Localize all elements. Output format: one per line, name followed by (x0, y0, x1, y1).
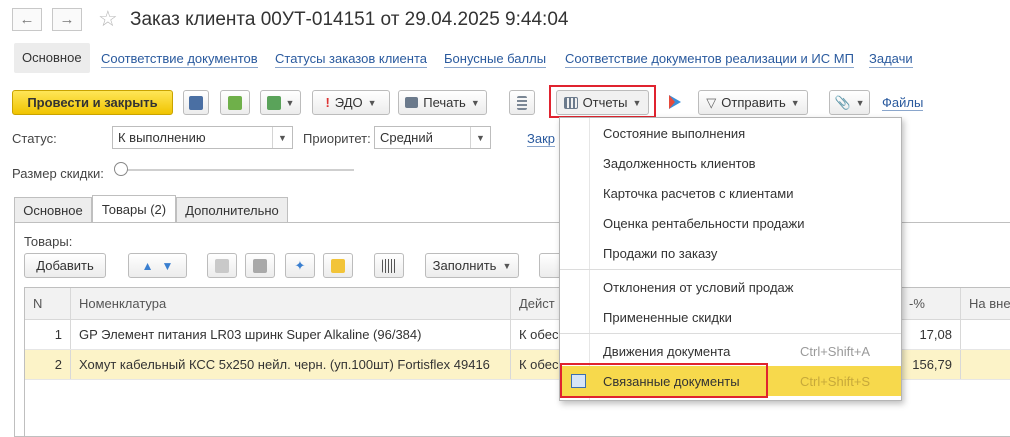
post-document-icon (228, 95, 242, 110)
files-link[interactable]: Файлы (882, 95, 924, 111)
pick-goods-button[interactable] (323, 253, 353, 278)
split-row-button[interactable]: ✦ (285, 253, 315, 278)
report-chart-icon (563, 96, 578, 109)
chevron-down-icon: ▼ (790, 97, 800, 108)
move-buttons: ▲ ▼ (128, 253, 187, 278)
discount-slider-handle[interactable] (114, 162, 128, 176)
arrow-down-icon[interactable]: ▼ (162, 259, 174, 273)
col-header-nomenclature[interactable]: Номенклатура (71, 288, 511, 319)
col-header-external[interactable]: На внеш (961, 288, 1010, 319)
arrow-left-icon: ← (19, 11, 35, 28)
tab-bonus-points[interactable]: Бонусные баллы (444, 51, 547, 68)
fill-button[interactable]: Заполнить ▼ (425, 253, 519, 278)
linked-documents-highlight-frame (560, 363, 768, 398)
tab-documents-is-mp[interactable]: Соответствие документов реализации и ИС … (565, 51, 854, 68)
create-based-on-button[interactable]: ▼ (260, 90, 301, 115)
save-disk-icon (189, 95, 203, 110)
favorite-star-icon[interactable]: ☆ (98, 5, 118, 33)
row-nomenclature: Хомут кабельный КСС 5х250 нейл. черн. (у… (71, 350, 511, 379)
chevron-down-icon: ▼ (285, 97, 295, 108)
menu-item-profitability[interactable]: Оценка рентабельности продажи (560, 208, 901, 238)
tab-tasks[interactable]: Задачи (869, 51, 913, 68)
create-based-icon (266, 95, 281, 110)
discount-slider-track[interactable] (118, 169, 354, 171)
structure-button[interactable] (509, 90, 535, 115)
chevron-down-icon: ▼ (502, 260, 512, 271)
share-icon: ✦ (294, 257, 306, 273)
paste-row-button[interactable] (245, 253, 275, 278)
chevron-down-icon: ▼ (470, 97, 480, 108)
row-percent: 17,08 (901, 320, 961, 349)
printer-icon (405, 97, 419, 108)
bp-process-icon[interactable] (666, 93, 684, 111)
attach-button[interactable]: 📎 ▼ (829, 90, 870, 115)
barcode-icon (382, 258, 396, 273)
menu-item-execution-state[interactable]: Состояние выполнения (560, 118, 901, 148)
menu-item-deviations[interactable]: Отклонения от условий продаж (560, 272, 901, 302)
row-nomenclature: GP Элемент питания LR03 шринк Super Alka… (71, 320, 511, 349)
menu-separator (560, 269, 901, 270)
menu-item-applied-discounts[interactable]: Примененные скидки (560, 302, 901, 332)
discount-label: Размер скидки: (12, 166, 104, 181)
section-tab-additional[interactable]: Дополнительно (176, 197, 288, 223)
arrow-up-icon[interactable]: ▲ (142, 259, 154, 273)
paste-icon (253, 258, 267, 273)
arrow-right-icon: → (59, 11, 75, 28)
status-select[interactable]: К выполнению ▼ (112, 126, 293, 149)
row-percent: 156,79 (901, 350, 961, 379)
chevron-down-icon: ▼ (470, 127, 490, 148)
goods-label: Товары: (24, 234, 73, 249)
priority-label: Приоритет: (303, 131, 371, 146)
chevron-down-icon: ▼ (855, 97, 865, 108)
menu-item-document-movements[interactable]: Движения документа Ctrl+Shift+A (560, 336, 901, 366)
post-and-close-button[interactable]: Провести и закрыть (12, 90, 173, 115)
edo-button[interactable]: ! ЭДО ▼ (312, 90, 390, 115)
priority-select[interactable]: Средний ▼ (374, 126, 491, 149)
chevron-down-icon: ▼ (272, 127, 292, 148)
reports-menu: Состояние выполнения Задолженность клиен… (559, 117, 902, 401)
section-tab-main[interactable]: Основное (14, 197, 92, 223)
col-header-percent[interactable]: -% (901, 288, 961, 319)
back-button[interactable]: ← (12, 8, 42, 31)
page-title: Заказ клиента 00УТ-014151 от 29.04.2025 … (130, 9, 569, 30)
exclamation-icon: ! (325, 95, 330, 110)
menu-item-settlement-card[interactable]: Карточка расчетов с клиентами (560, 178, 901, 208)
close-order-link[interactable]: Закр (527, 131, 555, 147)
paperclip-icon: 📎 (834, 94, 851, 110)
barcode-button[interactable] (374, 253, 404, 278)
menu-item-sales-by-order[interactable]: Продажи по заказу (560, 238, 901, 268)
send-button[interactable]: ▽ Отправить ▼ (698, 90, 808, 115)
menu-separator (560, 333, 901, 334)
filter-funnel-icon: ▽ (706, 94, 717, 110)
tab-order-statuses[interactable]: Статусы заказов клиента (275, 51, 427, 68)
print-button[interactable]: Печать ▼ (398, 90, 487, 115)
tab-documents-match[interactable]: Соответствие документов (101, 51, 258, 68)
status-label: Статус: (12, 131, 57, 146)
section-tab-goods[interactable]: Товары (2) (92, 195, 176, 223)
chevron-down-icon: ▼ (632, 97, 642, 108)
reports-button[interactable]: Отчеты ▼ (556, 90, 649, 115)
tab-main[interactable]: Основное (14, 43, 90, 73)
menu-item-client-debt[interactable]: Задолженность клиентов (560, 148, 901, 178)
save-button[interactable] (183, 90, 209, 115)
copy-row-button[interactable] (207, 253, 237, 278)
add-row-button[interactable]: Добавить (24, 253, 106, 278)
post-button[interactable] (220, 90, 250, 115)
chevron-down-icon: ▼ (367, 97, 377, 108)
col-header-n[interactable]: N (25, 288, 71, 319)
forward-button[interactable]: → (52, 8, 82, 31)
folder-icon (331, 258, 345, 273)
copy-icon (215, 258, 229, 273)
list-icon (517, 95, 527, 110)
